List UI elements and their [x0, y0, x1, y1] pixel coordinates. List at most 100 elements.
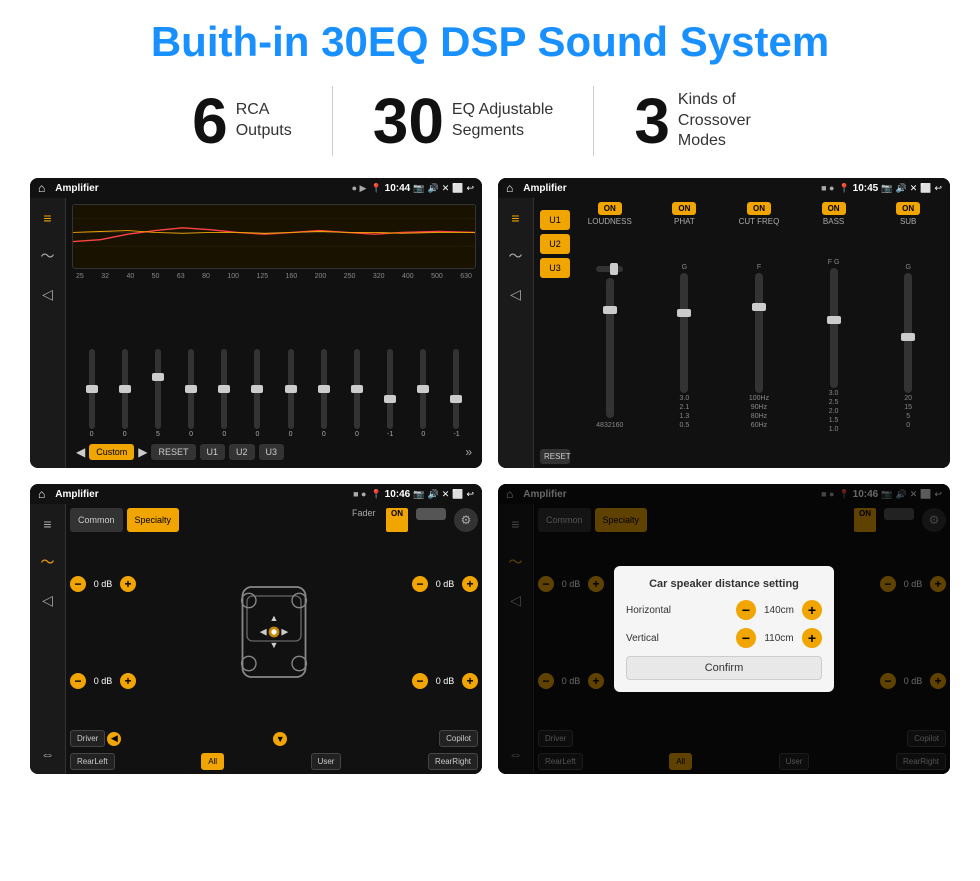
loudness-v-slider[interactable] — [606, 278, 614, 418]
fader-screen-content: ≡ 〜 ◁ ⇔ Common Specialty Fader ON ⚙ — [30, 504, 482, 774]
eq-u3-button[interactable]: U3 — [259, 444, 285, 460]
u1-select-button[interactable]: U1 — [540, 210, 570, 230]
eq-icon-active[interactable]: ≡ — [36, 206, 60, 230]
fader-icon-arrows[interactable]: ⇔ — [36, 742, 60, 766]
fader-tab-specialty[interactable]: Specialty — [127, 508, 180, 532]
horizontal-stepper: − 140cm + — [736, 600, 822, 620]
fader-side-icons: ≡ 〜 ◁ ⇔ — [30, 504, 66, 774]
crossover-icon-wave[interactable]: 〜 — [504, 244, 528, 268]
fader-tab-common[interactable]: Common — [70, 508, 123, 532]
eq-icon-speaker[interactable]: ◁ — [36, 282, 60, 306]
u3-select-button[interactable]: U3 — [540, 258, 570, 278]
phat-on-button[interactable]: ON — [672, 202, 696, 215]
rl-minus-button[interactable]: − — [70, 673, 86, 689]
svg-text:◀: ◀ — [260, 627, 267, 637]
app-title-fader: Amplifier — [55, 489, 349, 500]
rl-plus-button[interactable]: + — [120, 673, 136, 689]
eq-next-button[interactable]: ▶ — [138, 445, 147, 459]
rearleft-button[interactable]: RearLeft — [70, 753, 115, 770]
fader-icon-wave[interactable]: 〜 — [36, 550, 60, 574]
eq-graph — [72, 204, 476, 269]
app-title-eq: Amplifier — [55, 183, 347, 194]
rearright-button[interactable]: RearRight — [428, 753, 478, 770]
rr-minus-button[interactable]: − — [412, 673, 428, 689]
status-icons-fader: 📍 10:46 📷 🔊 ✕ ⬜ ↩ — [370, 489, 474, 500]
fader-bottom-controls-2: RearLeft All User RearRight — [70, 753, 478, 770]
rear-right-db: − 0 dB + — [412, 673, 478, 689]
speaker-layout-area: − 0 dB + − 0 dB + — [70, 537, 478, 727]
u2-select-button[interactable]: U2 — [540, 234, 570, 254]
bass-v-slider[interactable] — [830, 268, 838, 388]
horizontal-minus-button[interactable]: − — [736, 600, 756, 620]
cutfreq-on-button[interactable]: ON — [747, 202, 771, 215]
fader-icon-eq[interactable]: ≡ — [36, 512, 60, 536]
horizontal-plus-button[interactable]: + — [802, 600, 822, 620]
center-arrow-down[interactable]: ▼ — [273, 732, 287, 746]
eq-slider-11: 0 — [408, 349, 439, 438]
bass-on-button[interactable]: ON — [822, 202, 846, 215]
stat-label-rca: RCAOutputs — [236, 100, 292, 142]
eq-u1-button[interactable]: U1 — [200, 444, 226, 460]
crossover-icon-eq[interactable]: ≡ — [504, 206, 528, 230]
stat-rca: 6 RCAOutputs — [152, 89, 332, 153]
eq-side-icons: ≡ 〜 ◁ — [30, 198, 66, 468]
channel-loudness: ON LOUDNESS 4832160 — [574, 202, 646, 464]
crossover-icon-speaker[interactable]: ◁ — [504, 282, 528, 306]
status-icons-eq: 📍 10:44 📷 🔊 ✕ ⬜ ↩ — [370, 183, 474, 194]
eq-sliders: 0 0 5 0 — [72, 284, 476, 440]
svg-text:▶: ▶ — [281, 627, 288, 637]
fader-icon-speaker[interactable]: ◁ — [36, 588, 60, 612]
crossover-screen-content: ≡ 〜 ◁ U1 U2 U3 RESET ON — [498, 198, 950, 468]
page-title: Buith-in 30EQ DSP Sound System — [30, 18, 950, 66]
fader-screen-card: ⌂ Amplifier ■ ● 📍 10:46 📷 🔊 ✕ ⬜ ↩ ≡ 〜 ◁ — [30, 484, 482, 774]
stat-label-eq: EQ AdjustableSegments — [452, 100, 553, 142]
vertical-plus-button[interactable]: + — [802, 628, 822, 648]
stat-number-rca: 6 — [192, 89, 228, 153]
driver-button[interactable]: Driver — [70, 730, 105, 747]
eq-reset-button[interactable]: RESET — [151, 444, 195, 460]
center-arrow-left[interactable]: ◀ — [107, 732, 121, 746]
cutfreq-v-slider[interactable] — [755, 273, 763, 393]
fader-settings-icon[interactable]: ⚙ — [454, 508, 478, 532]
sub-v-slider[interactable] — [904, 273, 912, 393]
fr-minus-button[interactable]: − — [412, 576, 428, 592]
copilot-button[interactable]: Copilot — [439, 730, 478, 747]
status-bar-crossover: ⌂ Amplifier ■ ● 📍 10:45 📷 🔊 ✕ ⬜ ↩ — [498, 178, 950, 198]
eq-bottom-bar: ◀ Custom ▶ RESET U1 U2 U3 » — [72, 440, 476, 462]
phat-v-slider[interactable] — [680, 273, 688, 393]
eq-u2-button[interactable]: U2 — [229, 444, 255, 460]
fr-plus-button[interactable]: + — [462, 576, 478, 592]
all-button[interactable]: All — [201, 753, 224, 770]
vertical-value: 110cm — [760, 633, 798, 644]
app-title-crossover: Amplifier — [523, 183, 817, 194]
svg-text:▲: ▲ — [270, 613, 279, 623]
stat-eq: 30 EQ AdjustableSegments — [333, 89, 594, 153]
status-bar-eq: ⌂ Amplifier ● ▶ 📍 10:44 📷 🔊 ✕ ⬜ ↩ — [30, 178, 482, 198]
rear-left-db: − 0 dB + — [70, 673, 136, 689]
crossover-reset-button[interactable]: RESET — [540, 449, 570, 464]
eq-icon-wave[interactable]: 〜 — [36, 244, 60, 268]
u-buttons-col: U1 U2 U3 RESET — [540, 202, 570, 464]
sub-on-button[interactable]: ON — [896, 202, 920, 215]
vertical-minus-button[interactable]: − — [736, 628, 756, 648]
front-right-db: − 0 dB + — [412, 576, 478, 592]
fader-slider[interactable] — [416, 508, 446, 520]
eq-slider-3: 5 — [142, 349, 173, 438]
eq-screen-card: ⌂ Amplifier ● ▶ 📍 10:44 📷 🔊 ✕ ⬜ ↩ ≡ 〜 ◁ — [30, 178, 482, 468]
eq-main: 253240 506380 100125160 200250320 400500… — [66, 198, 482, 468]
right-db-controls: − 0 dB + − 0 dB + — [412, 537, 478, 727]
eq-slider-7: 0 — [275, 349, 306, 438]
eq-prev-button[interactable]: ◀ — [76, 445, 85, 459]
screens-grid: ⌂ Amplifier ● ▶ 📍 10:44 📷 🔊 ✕ ⬜ ↩ ≡ 〜 ◁ — [30, 178, 950, 774]
crossover-side-icons: ≡ 〜 ◁ — [498, 198, 534, 468]
user-button[interactable]: User — [311, 753, 342, 770]
fl-plus-button[interactable]: + — [120, 576, 136, 592]
fl-minus-button[interactable]: − — [70, 576, 86, 592]
rr-plus-button[interactable]: + — [462, 673, 478, 689]
confirm-button[interactable]: Confirm — [626, 656, 822, 680]
status-bar-fader: ⌂ Amplifier ■ ● 📍 10:46 📷 🔊 ✕ ⬜ ↩ — [30, 484, 482, 504]
loudness-on-button[interactable]: ON — [598, 202, 622, 215]
eq-slider-8: 0 — [308, 349, 339, 438]
eq-custom-button[interactable]: Custom — [89, 444, 134, 460]
eq-slider-6: 0 — [242, 349, 273, 438]
